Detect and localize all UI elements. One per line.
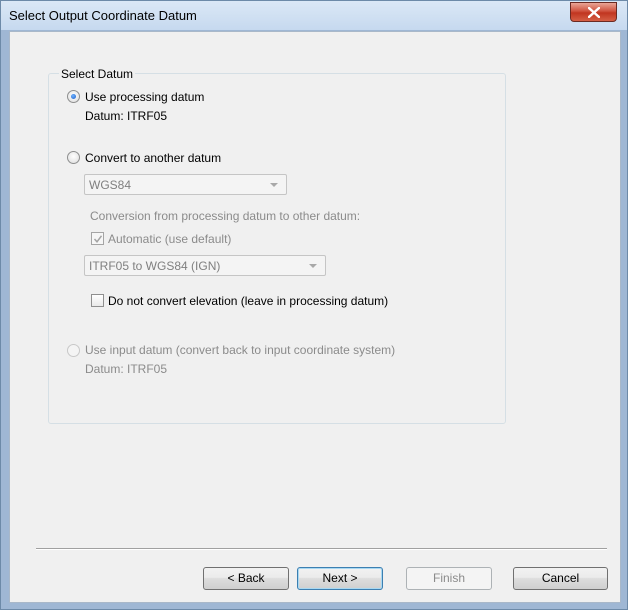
use-processing-datum-label[interactable]: Use processing datum bbox=[85, 90, 204, 104]
finish-button[interactable]: Finish bbox=[406, 567, 492, 590]
button-separator bbox=[36, 548, 607, 550]
next-button[interactable]: Next > bbox=[297, 567, 383, 590]
close-icon bbox=[588, 7, 600, 18]
use-input-datum-radio[interactable] bbox=[67, 344, 80, 357]
conversion-description: Conversion from processing datum to othe… bbox=[90, 209, 361, 223]
automatic-checkbox[interactable] bbox=[91, 232, 104, 245]
group-legend: Select Datum bbox=[59, 67, 136, 81]
dialog-window: Select Output Coordinate Datum Select Da… bbox=[0, 0, 628, 610]
convert-datum-radio[interactable] bbox=[67, 151, 80, 164]
close-button[interactable] bbox=[570, 2, 617, 22]
use-processing-datum-radio[interactable] bbox=[67, 90, 80, 103]
chevron-down-icon bbox=[309, 264, 317, 268]
chevron-down-icon bbox=[270, 183, 278, 187]
back-button[interactable]: < Back bbox=[203, 567, 289, 590]
cancel-button[interactable]: Cancel bbox=[513, 567, 608, 590]
transformation-select[interactable]: ITRF05 to WGS84 (IGN) bbox=[84, 255, 326, 276]
no-elevation-convert-label[interactable]: Do not convert elevation (leave in proce… bbox=[108, 294, 388, 308]
automatic-label[interactable]: Automatic (use default) bbox=[108, 232, 231, 246]
no-elevation-convert-checkbox[interactable] bbox=[91, 294, 104, 307]
target-datum-value: WGS84 bbox=[89, 178, 132, 192]
check-icon bbox=[93, 235, 103, 243]
target-datum-select[interactable]: WGS84 bbox=[84, 174, 287, 195]
use-input-datum-label[interactable]: Use input datum (convert back to input c… bbox=[85, 343, 395, 357]
input-datum-value: Datum: ITRF05 bbox=[85, 362, 168, 376]
dialog-content: Select Datum Use processing datum Datum:… bbox=[9, 31, 621, 603]
transformation-value: ITRF05 to WGS84 (IGN) bbox=[89, 259, 221, 273]
convert-datum-label[interactable]: Convert to another datum bbox=[85, 151, 221, 165]
window-title: Select Output Coordinate Datum bbox=[9, 8, 197, 23]
processing-datum-value: Datum: ITRF05 bbox=[85, 109, 168, 123]
title-bar[interactable]: Select Output Coordinate Datum bbox=[1, 1, 627, 30]
